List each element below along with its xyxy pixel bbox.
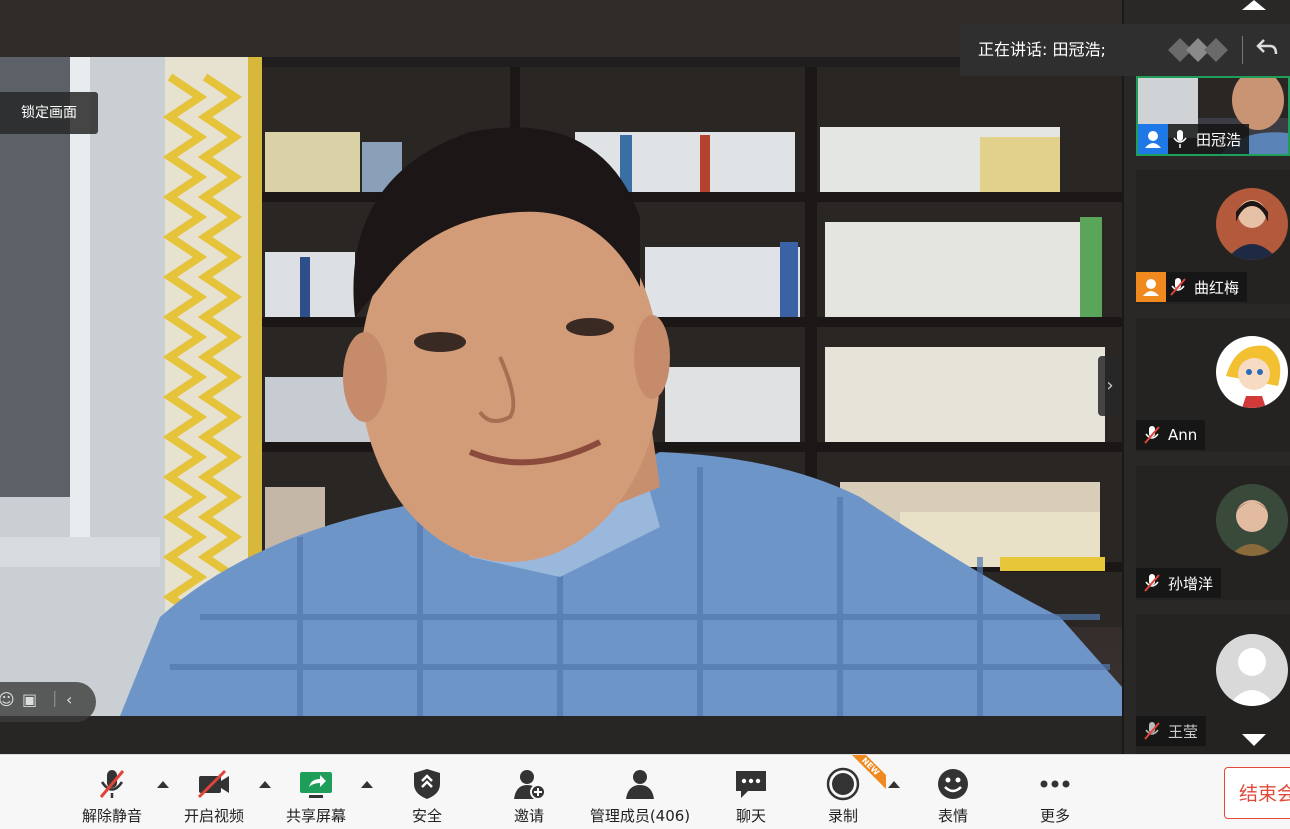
collapse-left-icon[interactable]: ‹ [66, 690, 72, 709]
more-dots-icon [1040, 780, 1070, 788]
speaking-text: 正在讲话: 田冠浩; [978, 40, 1106, 59]
participant-nameplate: Ann [1136, 420, 1206, 450]
chat-bubble-icon[interactable]: ▣ [22, 690, 37, 709]
mic-muted-icon [1140, 716, 1164, 746]
participant-tile[interactable]: 王莹 [1136, 614, 1290, 754]
top-bar [0, 0, 1122, 57]
smiley-icon [938, 769, 968, 799]
host-badge-icon [1138, 124, 1168, 154]
participant-nameplate: 曲红梅 [1136, 272, 1248, 302]
avatar [1216, 634, 1288, 706]
add-user-icon [514, 770, 546, 800]
mic-muted-icon [1140, 568, 1164, 598]
video-scene [0, 57, 1122, 716]
co-host-badge-icon [1136, 272, 1166, 302]
undo-arrow-icon[interactable] [1254, 36, 1280, 64]
record-label: 录制 [827, 807, 858, 825]
avatar [1216, 336, 1288, 408]
participant-tile[interactable]: 曲红梅 [1136, 170, 1290, 304]
scroll-up-icon[interactable] [1242, 0, 1266, 10]
unmute-button[interactable]: 解除静音 [74, 755, 150, 829]
participant-nameplate: 田冠浩 [1138, 124, 1250, 154]
end-meeting-button[interactable]: 结束会议 [1224, 767, 1290, 819]
security-label: 安全 [411, 807, 442, 825]
reactions-button[interactable]: 表情 [918, 755, 988, 829]
participant-name: 曲红梅 [1194, 278, 1240, 297]
share-screen-label: 共享屏幕 [285, 807, 346, 825]
manage-participants-label: 管理成员(406) [589, 807, 691, 825]
mic-on-icon [1168, 124, 1192, 154]
participant-nameplate: 孙增洋 [1136, 568, 1222, 598]
share-screen-icon [300, 772, 332, 798]
mic-muted-icon [1140, 420, 1164, 450]
mini-controls[interactable]: ☺ ▣ | ‹ [0, 682, 96, 722]
new-badge: NEW [852, 755, 886, 789]
start-video-label: 开启视频 [183, 807, 244, 825]
participant-nameplate: 王莹 [1136, 716, 1207, 746]
participant-tile[interactable]: 孙增洋 [1136, 466, 1290, 600]
invite-button[interactable]: 邀请 [494, 755, 564, 829]
invite-label: 邀请 [513, 807, 544, 825]
camera-off-icon [197, 769, 229, 799]
share-options-caret-icon[interactable] [361, 781, 373, 788]
reactions-label: 表情 [937, 807, 968, 825]
participant-tile[interactable]: Ann [1136, 318, 1290, 452]
scroll-down-icon[interactable] [1242, 734, 1266, 746]
emoji-icon[interactable]: ☺ [0, 690, 15, 709]
more-button[interactable]: 更多 [1020, 755, 1090, 829]
main-video[interactable] [0, 57, 1122, 716]
next-page-arrow-icon[interactable]: › [1098, 356, 1122, 416]
participant-name: 孙增洋 [1168, 574, 1214, 593]
participant-name: Ann [1168, 426, 1198, 444]
participant-name: 田冠浩 [1196, 130, 1242, 149]
video-bottom-strip [0, 716, 1122, 754]
mic-muted-icon [1166, 272, 1190, 302]
unmute-label: 解除静音 [81, 807, 142, 825]
share-screen-button[interactable]: 共享屏幕 [278, 755, 354, 829]
chat-icon [736, 771, 766, 798]
participants-icon [626, 770, 654, 799]
mic-muted-icon [99, 770, 125, 798]
avatar [1216, 484, 1288, 556]
avatar [1216, 188, 1288, 260]
meeting-toolbar: 解除静音 开启视频 共享屏幕 安全 邀请 管理成员(406) 聊天 录制 NEW… [0, 754, 1290, 829]
start-video-button[interactable]: 开启视频 [176, 755, 252, 829]
participant-name: 王莹 [1168, 722, 1199, 741]
lock-view-button[interactable]: 锁定画面 [0, 92, 98, 134]
audio-options-caret-icon[interactable] [157, 781, 169, 788]
video-options-caret-icon[interactable] [259, 781, 271, 788]
shield-icon [414, 769, 440, 799]
divider: | [52, 688, 58, 707]
manage-participants-button[interactable]: 管理成员(406) [580, 755, 700, 829]
speaking-banner: 正在讲话: 田冠浩; [960, 24, 1290, 76]
participant-tile[interactable]: 田冠浩 [1136, 76, 1290, 156]
divider [1242, 36, 1243, 64]
chat-label: 聊天 [735, 807, 766, 825]
security-button[interactable]: 安全 [392, 755, 462, 829]
blurred-watermark [1168, 38, 1228, 62]
record-options-caret-icon[interactable] [888, 781, 900, 788]
chat-button[interactable]: 聊天 [716, 755, 786, 829]
more-label: 更多 [1039, 807, 1070, 825]
